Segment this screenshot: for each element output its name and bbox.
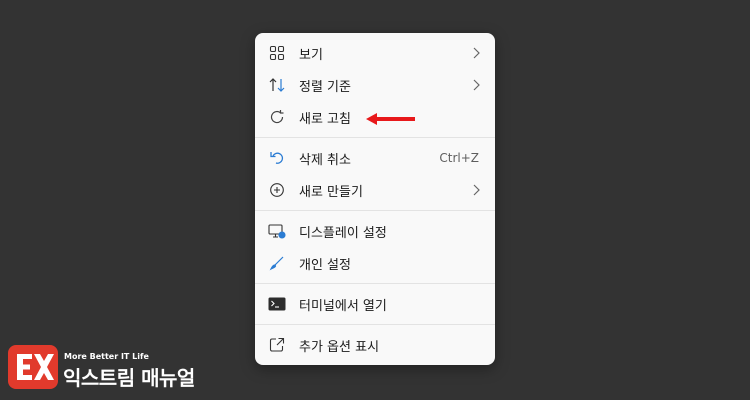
display-settings-icon: [268, 222, 286, 240]
menu-item-label: 추가 옵션 표시: [299, 339, 380, 355]
menu-item-open-terminal[interactable]: 터미널에서 열기: [255, 288, 495, 320]
share-icon: [268, 336, 286, 354]
add-circle-icon: [268, 181, 286, 199]
menu-item-label: 새로 만들기: [299, 184, 363, 200]
menu-divider: [255, 137, 495, 138]
menu-item-personalize[interactable]: 개인 설정: [255, 247, 495, 279]
annotation-arrow: [366, 113, 415, 125]
sort-icon: [268, 76, 286, 94]
watermark-logo: More Better IT Life 익스트림 매뉴얼: [8, 345, 208, 390]
logo-tagline: More Better IT Life: [64, 352, 149, 361]
menu-divider: [255, 210, 495, 211]
menu-divider: [255, 324, 495, 325]
menu-item-view[interactable]: 보기: [255, 37, 495, 69]
menu-item-undo-delete[interactable]: 삭제 취소 Ctrl+Z: [255, 142, 495, 174]
brush-icon: [268, 254, 286, 272]
menu-item-sort-by[interactable]: 정렬 기준: [255, 69, 495, 101]
menu-item-label: 삭제 취소: [299, 152, 351, 168]
menu-item-new[interactable]: 새로 만들기: [255, 174, 495, 206]
undo-icon: [268, 149, 286, 167]
menu-item-show-more-options[interactable]: 추가 옵션 표시: [255, 329, 495, 361]
menu-item-label: 디스플레이 설정: [299, 225, 387, 241]
menu-item-label: 보기: [299, 47, 323, 63]
menu-item-label: 정렬 기준: [299, 79, 351, 95]
menu-item-label: 터미널에서 열기: [299, 298, 387, 314]
logo-badge: [8, 345, 58, 389]
context-menu: 보기 정렬 기준 새로 고침 삭제 취소 Ctrl+Z 새로 만들기 디스플레이…: [255, 33, 495, 365]
menu-item-display-settings[interactable]: 디스플레이 설정: [255, 215, 495, 247]
chevron-right-icon: [473, 184, 480, 196]
menu-item-label: 개인 설정: [299, 257, 351, 273]
refresh-icon: [268, 108, 286, 126]
logo-mark-icon: [17, 354, 54, 380]
menu-item-label: 새로 고침: [299, 111, 351, 127]
logo-name: 익스트림 매뉴얼: [63, 366, 195, 390]
menu-divider: [255, 283, 495, 284]
chevron-right-icon: [473, 47, 480, 59]
terminal-icon: [268, 295, 286, 313]
shortcut-text: Ctrl+Z: [439, 151, 479, 165]
chevron-right-icon: [473, 79, 480, 91]
grid-icon: [268, 44, 286, 62]
